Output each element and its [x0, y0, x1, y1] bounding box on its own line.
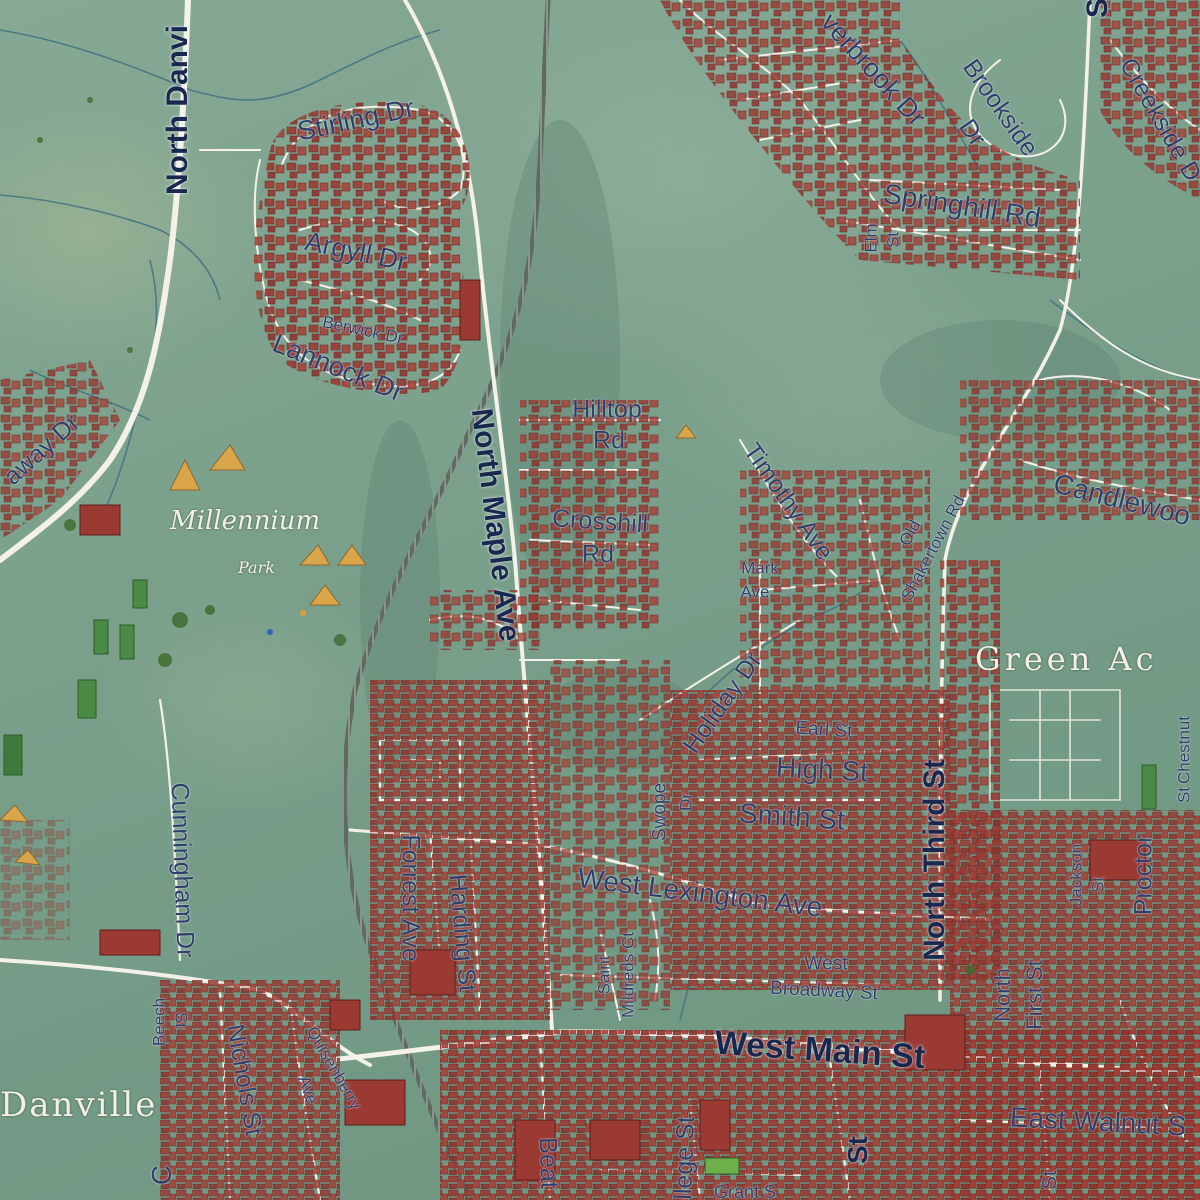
road-label-smith-st: Smith St: [738, 797, 846, 836]
road-label-high-st: High St: [775, 751, 869, 788]
road-label-earl-st: Earl St: [794, 717, 854, 743]
city-name-danville: Danville: [0, 1085, 158, 1125]
road-label-mark-ave-1: Mark: [741, 558, 779, 578]
road-label-crosshill-rd-2: Rd: [582, 540, 614, 569]
road-label-jackson-2: St: [1088, 876, 1108, 894]
road-label-north-danville: North Danvi: [161, 24, 194, 196]
road-label-mark-ave-2: Ave: [740, 582, 770, 602]
road-label-swope-dr-2: Dr: [676, 793, 696, 811]
neighborhood-green-acres: Green Ac: [975, 640, 1158, 678]
road-label-elm-1: Elm: [861, 223, 881, 253]
road-label-chestnut-2: St: [1174, 786, 1194, 804]
park-label: Park: [238, 558, 275, 577]
road-label-hilltop-rd-1: Hilltop: [572, 395, 642, 424]
road-label-saint-mildreds-2: Mildreds Ct: [618, 932, 638, 1018]
road-label-e-st: St: [1039, 1170, 1061, 1190]
road-label-college-st: llege St: [669, 1115, 700, 1200]
road-label-beech-2: St: [171, 1011, 191, 1029]
road-label-bottom-c: C: [146, 1164, 177, 1186]
road-label-n-st: St: [842, 1136, 873, 1164]
road-label-top-s: S: [1081, 0, 1114, 19]
road-label-elm-2: St: [883, 231, 903, 249]
road-label-jackson-1: Jackson: [1066, 843, 1086, 907]
road-label-swope-dr-1: Swope: [649, 782, 671, 842]
road-label-chestnut-1: Chestnut: [1174, 715, 1194, 785]
road-label-west-broadway-1: West: [804, 953, 848, 975]
road-label-crosshill-rd-1: Crosshill: [551, 504, 649, 539]
map-canvas[interactable]: Millennium Park Green Ac Danville North …: [0, 0, 1200, 1200]
road-label-saint-mildreds-1: Saint: [594, 955, 614, 995]
road-label-north-first-2: First St: [1022, 960, 1047, 1030]
road-label-beat: Beat: [533, 1136, 564, 1190]
road-label-north-first-1: North: [990, 968, 1015, 1022]
road-label-north-third-st: North Third St: [918, 759, 951, 961]
road-label-forrest-ave: Forrest Ave: [396, 834, 425, 962]
road-label-beech-1: Beech: [149, 997, 169, 1047]
road-label-hilltop-rd-2: Rd: [593, 426, 625, 455]
road-label-grant-st: Grant S: [713, 1182, 777, 1200]
park-name-millennium: Millennium: [170, 506, 321, 536]
road-label-proctor: Proctor: [1129, 834, 1158, 916]
road-label-cunningham-dr: Cunningham Dr: [165, 782, 200, 958]
